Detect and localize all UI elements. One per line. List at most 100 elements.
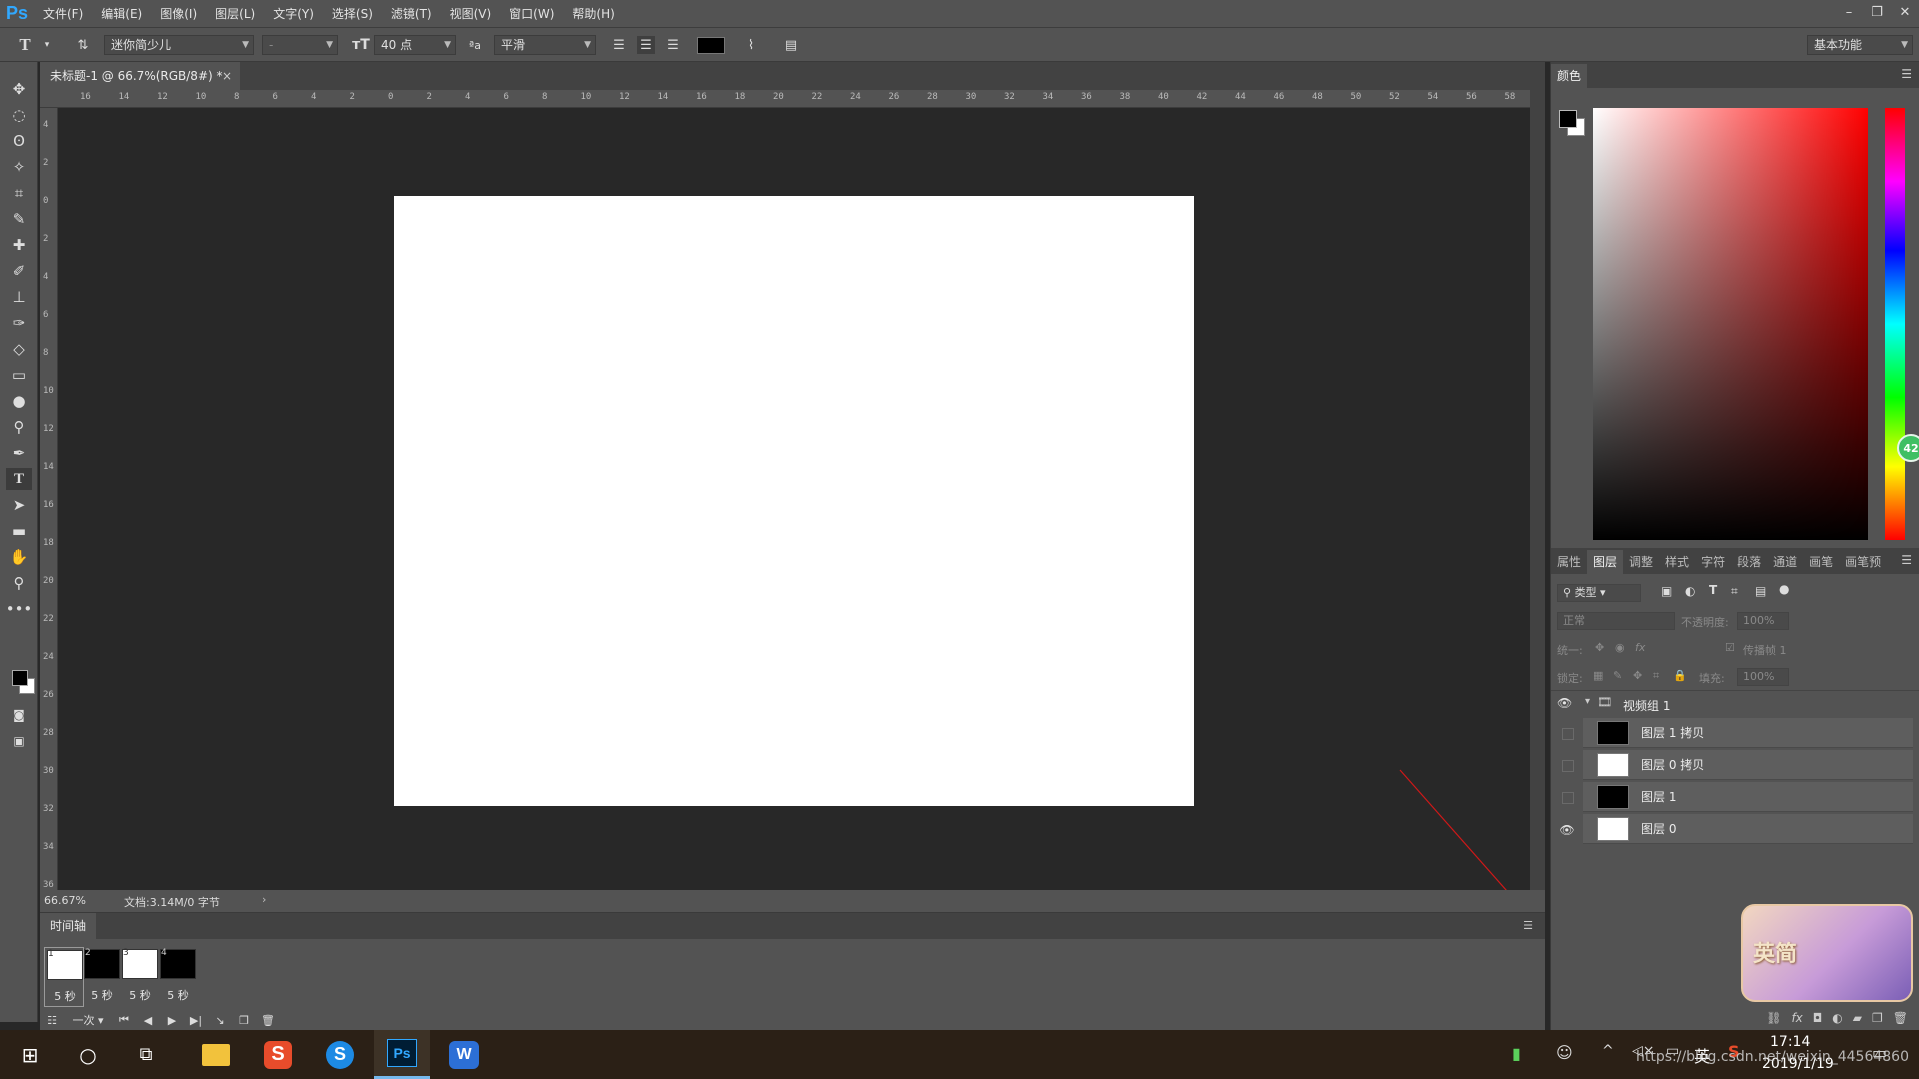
propagate-checkbox[interactable]: ☑ [1725,641,1735,654]
chevron-down-icon[interactable]: ▾ [38,36,56,54]
previous-frame-icon[interactable]: ◀ [136,1010,160,1030]
menu-item[interactable]: 图层(L) [206,0,264,28]
zoom-tool-icon[interactable]: ⚲ [6,572,32,594]
filter-pixel-icon[interactable]: ▣ [1661,584,1672,598]
panel-menu-icon[interactable]: ☰ [1901,67,1912,81]
layer-name[interactable]: 图层 0 [1641,814,1676,844]
panel-tab[interactable]: 通道 [1767,550,1803,574]
tween-icon[interactable]: ↘ [208,1010,232,1030]
next-frame-icon[interactable]: ▶| [184,1010,208,1030]
font-style-select[interactable]: - ▼ [262,35,338,55]
document-canvas[interactable] [394,196,1194,806]
workspace-select[interactable]: 基本功能 ▼ [1807,35,1913,55]
menu-item[interactable]: 选择(S) [323,0,382,28]
eye-icon[interactable]: 👁 [1557,696,1572,710]
unify-style-icon[interactable]: fx [1635,641,1645,654]
filter-shape-icon[interactable]: ⌗ [1731,584,1738,599]
timeline-frame[interactable]: 1 5 秒 [44,947,84,1007]
wps-icon[interactable]: W [436,1030,492,1079]
chevron-up-icon[interactable]: ^ [1602,1043,1614,1059]
menu-item[interactable]: 文件(F) [34,0,92,28]
panel-tab[interactable]: 字符 [1695,550,1731,574]
panel-tab[interactable]: 图层 [1587,550,1624,574]
menu-item[interactable]: 编辑(E) [92,0,151,28]
blend-mode-select[interactable]: 正常 [1557,612,1675,630]
layer-name[interactable]: 图层 1 [1641,782,1676,812]
dodge-tool-icon[interactable]: ⚲ [6,416,32,438]
loop-select[interactable]: 一次 ▾ [64,1010,112,1030]
filter-type-icon[interactable]: T [1709,583,1717,597]
minimize-icon[interactable]: – [1835,0,1863,24]
frame-duration[interactable]: 5 秒 [120,987,160,1003]
unify-position-icon[interactable]: ✥ [1595,641,1604,654]
layer-style-icon[interactable]: fx [1791,1011,1802,1025]
quick-mask-icon[interactable]: ◙ [6,704,32,726]
panel-tab[interactable]: 调整 [1623,550,1659,574]
adjustment-layer-icon[interactable]: ◐ [1832,1011,1842,1025]
menu-item[interactable]: 视图(V) [441,0,501,28]
timeline-frame[interactable]: 3 5 秒 [120,947,160,1007]
blur-tool-icon[interactable]: ● [6,390,32,412]
frame-duration[interactable]: 5 秒 [158,987,198,1003]
layer-name[interactable]: 图层 1 拷贝 [1641,718,1704,748]
convert-timeline-icon[interactable]: ☷ [40,1010,64,1030]
align-right-icon[interactable]: ☰ [664,36,682,54]
lock-transparent-icon[interactable]: ▦ [1593,669,1603,682]
panel-menu-icon[interactable]: ☰ [1523,919,1533,932]
task-view-icon[interactable]: ⧉ [118,1030,174,1079]
chevron-right-icon[interactable]: › [262,893,266,906]
move-tool-icon[interactable]: ✥ [6,78,32,100]
delete-layer-icon[interactable]: 🗑 [1893,1011,1908,1025]
type-tool-preset-icon[interactable]: T [16,35,34,54]
frame-duration[interactable]: 5 秒 [45,988,85,1004]
healing-brush-tool-icon[interactable]: ✚ [6,234,32,256]
character-panel-icon[interactable]: ▤ [782,36,800,54]
lock-position-icon[interactable]: ✥ [1633,669,1642,682]
timeline-title[interactable]: 时间轴 [40,913,97,939]
screen-mode-icon[interactable]: ▣ [6,730,32,752]
gradient-tool-icon[interactable]: ▭ [6,364,32,386]
canvas-area[interactable] [58,108,1530,911]
type-tool-icon[interactable]: T [6,468,32,490]
align-center-icon[interactable]: ☰ [637,36,655,54]
link-layers-icon[interactable]: ⛓ [1766,1011,1781,1025]
anti-alias-select[interactable]: 平滑 ▼ [494,35,596,55]
filter-adjustment-icon[interactable]: ◐ [1685,584,1695,598]
document-tab[interactable]: 未标题-1 @ 66.7%(RGB/8#) * × [40,62,240,90]
timeline-frame[interactable]: 2 5 秒 [82,947,122,1007]
menu-item[interactable]: 文字(Y) [264,0,323,28]
layer-row[interactable]: 图层 0 拷贝 [1583,750,1913,780]
new-group-icon[interactable]: ▰ [1853,1011,1862,1025]
zoom-level[interactable]: 66.67% [44,894,86,907]
clone-stamp-tool-icon[interactable]: ⊥ [6,286,32,308]
more-tools-icon[interactable]: ••• [6,598,33,620]
crop-tool-icon[interactable]: ⌗ [6,182,32,204]
layer-row[interactable]: 图层 0 [1583,814,1913,844]
fill-input[interactable]: 100% [1737,668,1789,686]
layer-mask-icon[interactable]: ◘ [1813,1011,1823,1025]
layer-group-row[interactable]: 👁 ▾ 🎞 视频组 1 [1551,690,1919,716]
battery-icon[interactable]: ▮ [1512,1044,1521,1063]
path-selection-tool-icon[interactable]: ➤ [6,494,32,516]
chevron-down-icon[interactable]: ▾ [1585,696,1590,707]
start-button[interactable]: ⊞ [2,1030,58,1079]
marquee-tool-icon[interactable]: ◌ [6,104,32,126]
menu-item[interactable]: 窗口(W) [500,0,563,28]
lock-artboard-icon[interactable]: ⌗ [1653,669,1659,683]
lasso-tool-icon[interactable]: ʘ [6,130,32,152]
search-icon[interactable]: ○ [60,1030,116,1079]
photoshop-taskbar-icon[interactable]: Ps [374,1030,430,1079]
close-tab-icon[interactable]: × [222,62,232,90]
clock-time[interactable]: 17:14 [1770,1034,1810,1050]
unify-visibility-icon[interactable]: ◉ [1615,641,1625,654]
floating-badge[interactable]: 42 [1897,434,1919,462]
panel-tab[interactable]: 样式 [1659,550,1695,574]
warp-text-icon[interactable]: ⌇ [742,36,760,54]
filter-toggle-icon[interactable]: ● [1779,582,1789,596]
align-left-icon[interactable]: ☰ [610,36,628,54]
panel-tab[interactable]: 画笔预 [1839,550,1887,574]
layer-filter-select[interactable]: ⚲ 类型 ▾ [1557,584,1641,602]
eye-icon[interactable]: 👁 [1557,811,1577,849]
menu-item[interactable]: 滤镜(T) [382,0,441,28]
layer-row[interactable]: 图层 1 拷贝 [1583,718,1913,748]
